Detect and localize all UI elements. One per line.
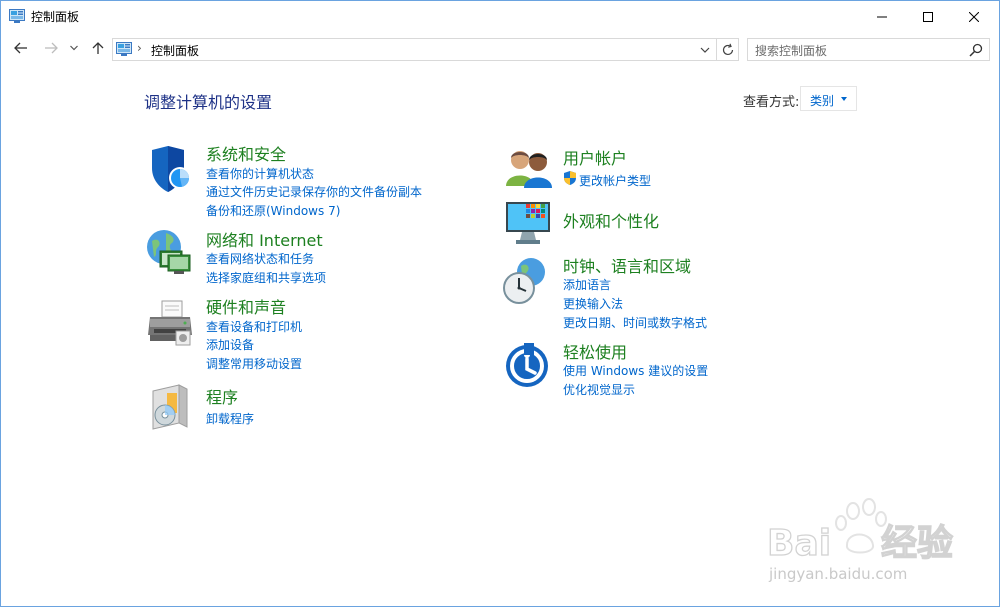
minimize-icon	[877, 16, 887, 17]
uac-shield-icon	[562, 170, 578, 186]
control-panel-window: 控制面板 › 控制面板 搜索控制面板 调整计算机的设置 查看方式: 类别 系统和…	[0, 0, 1000, 607]
link-view-computer-status[interactable]: 查看你的计算机状态	[206, 165, 314, 182]
minimize-button[interactable]	[859, 1, 905, 32]
category-programs[interactable]: 程序	[206, 384, 238, 408]
link-homegroup-sharing[interactable]: 选择家庭组和共享选项	[206, 269, 326, 286]
forward-arrow-icon	[45, 42, 58, 54]
link-network-status[interactable]: 查看网络状态和任务	[206, 250, 314, 267]
svg-text:jingyan.baidu.com: jingyan.baidu.com	[768, 565, 907, 583]
refresh-button[interactable]	[716, 39, 738, 60]
address-dropdown-button[interactable]	[698, 43, 712, 57]
link-change-date-time-format[interactable]: 更改日期、时间或数字格式	[563, 314, 707, 331]
forward-button[interactable]	[41, 38, 61, 58]
link-mobility-settings[interactable]: 调整常用移动设置	[206, 355, 302, 372]
link-add-language[interactable]: 添加语言	[563, 276, 611, 293]
chevron-down-icon	[700, 47, 710, 53]
clock-globe-icon[interactable]	[501, 256, 551, 306]
category-clock-language-region[interactable]: 时钟、语言和区域	[563, 253, 691, 277]
address-bar[interactable]: › 控制面板	[112, 38, 739, 61]
link-change-input-method[interactable]: 更换输入法	[563, 295, 623, 312]
category-network-internet[interactable]: 网络和 Internet	[206, 227, 323, 251]
ease-of-access-icon[interactable]	[504, 343, 554, 393]
breadcrumb-separator-icon[interactable]: ›	[137, 41, 142, 55]
link-devices-printers[interactable]: 查看设备和打印机	[206, 318, 302, 335]
svg-text:经验: 经验	[881, 523, 953, 564]
back-arrow-icon	[14, 42, 27, 54]
recent-locations-button[interactable]	[67, 38, 81, 58]
search-input[interactable]: 搜索控制面板	[755, 42, 827, 59]
link-backup-restore[interactable]: 备份和还原(Windows 7)	[206, 202, 340, 219]
caret-down-icon	[841, 97, 847, 101]
link-optimize-visual-display[interactable]: 优化视觉显示	[563, 381, 635, 398]
title-bar[interactable]: 控制面板	[1, 1, 999, 32]
up-arrow-icon	[92, 42, 104, 54]
programs-icon[interactable]	[149, 383, 199, 433]
link-add-device[interactable]: 添加设备	[206, 336, 254, 353]
category-system-security[interactable]: 系统和安全	[206, 141, 286, 165]
appearance-monitor-icon[interactable]	[504, 198, 554, 248]
back-button[interactable]	[11, 38, 31, 58]
svg-text:Bai: Bai	[767, 523, 831, 564]
up-button[interactable]	[88, 38, 108, 58]
search-box[interactable]: 搜索控制面板	[747, 38, 990, 61]
page-title: 调整计算机的设置	[144, 93, 273, 112]
network-globe-icon[interactable]	[144, 227, 194, 277]
category-ease-of-access[interactable]: 轻松使用	[563, 339, 627, 363]
category-user-accounts[interactable]: 用户帐户	[563, 145, 627, 169]
link-uninstall-program[interactable]: 卸载程序	[206, 410, 254, 427]
maximize-icon	[923, 11, 933, 22]
user-accounts-icon[interactable]	[504, 144, 554, 194]
close-button[interactable]	[951, 1, 997, 32]
printer-icon[interactable]	[146, 299, 196, 349]
refresh-icon	[722, 43, 733, 55]
control-panel-icon	[116, 42, 132, 56]
category-appearance[interactable]: 外观和个性化	[563, 208, 659, 232]
shield-icon[interactable]	[146, 144, 196, 194]
link-file-history[interactable]: 通过文件历史记录保存你的文件备份副本	[206, 183, 422, 200]
category-hardware-sound[interactable]: 硬件和声音	[206, 294, 286, 318]
maximize-button[interactable]	[905, 1, 951, 32]
baidu-jingyan-watermark: Bai 经验 jingyan.baidu.com	[761, 497, 961, 587]
view-by-dropdown[interactable]: 类别	[800, 86, 857, 111]
link-change-account-type[interactable]: 更改帐户类型	[579, 172, 651, 189]
link-recommended-settings[interactable]: 使用 Windows 建议的设置	[563, 362, 708, 379]
navigation-bar: › 控制面板 搜索控制面板	[1, 32, 999, 66]
chevron-down-icon	[70, 45, 78, 51]
view-by-label: 查看方式:	[743, 95, 800, 110]
search-icon[interactable]	[969, 43, 983, 57]
breadcrumb-control-panel[interactable]: 控制面板	[151, 42, 199, 59]
close-icon	[969, 11, 979, 22]
window-title: 控制面板	[31, 10, 80, 24]
view-by-value[interactable]: 类别	[810, 92, 834, 109]
control-panel-app-icon	[9, 9, 25, 23]
